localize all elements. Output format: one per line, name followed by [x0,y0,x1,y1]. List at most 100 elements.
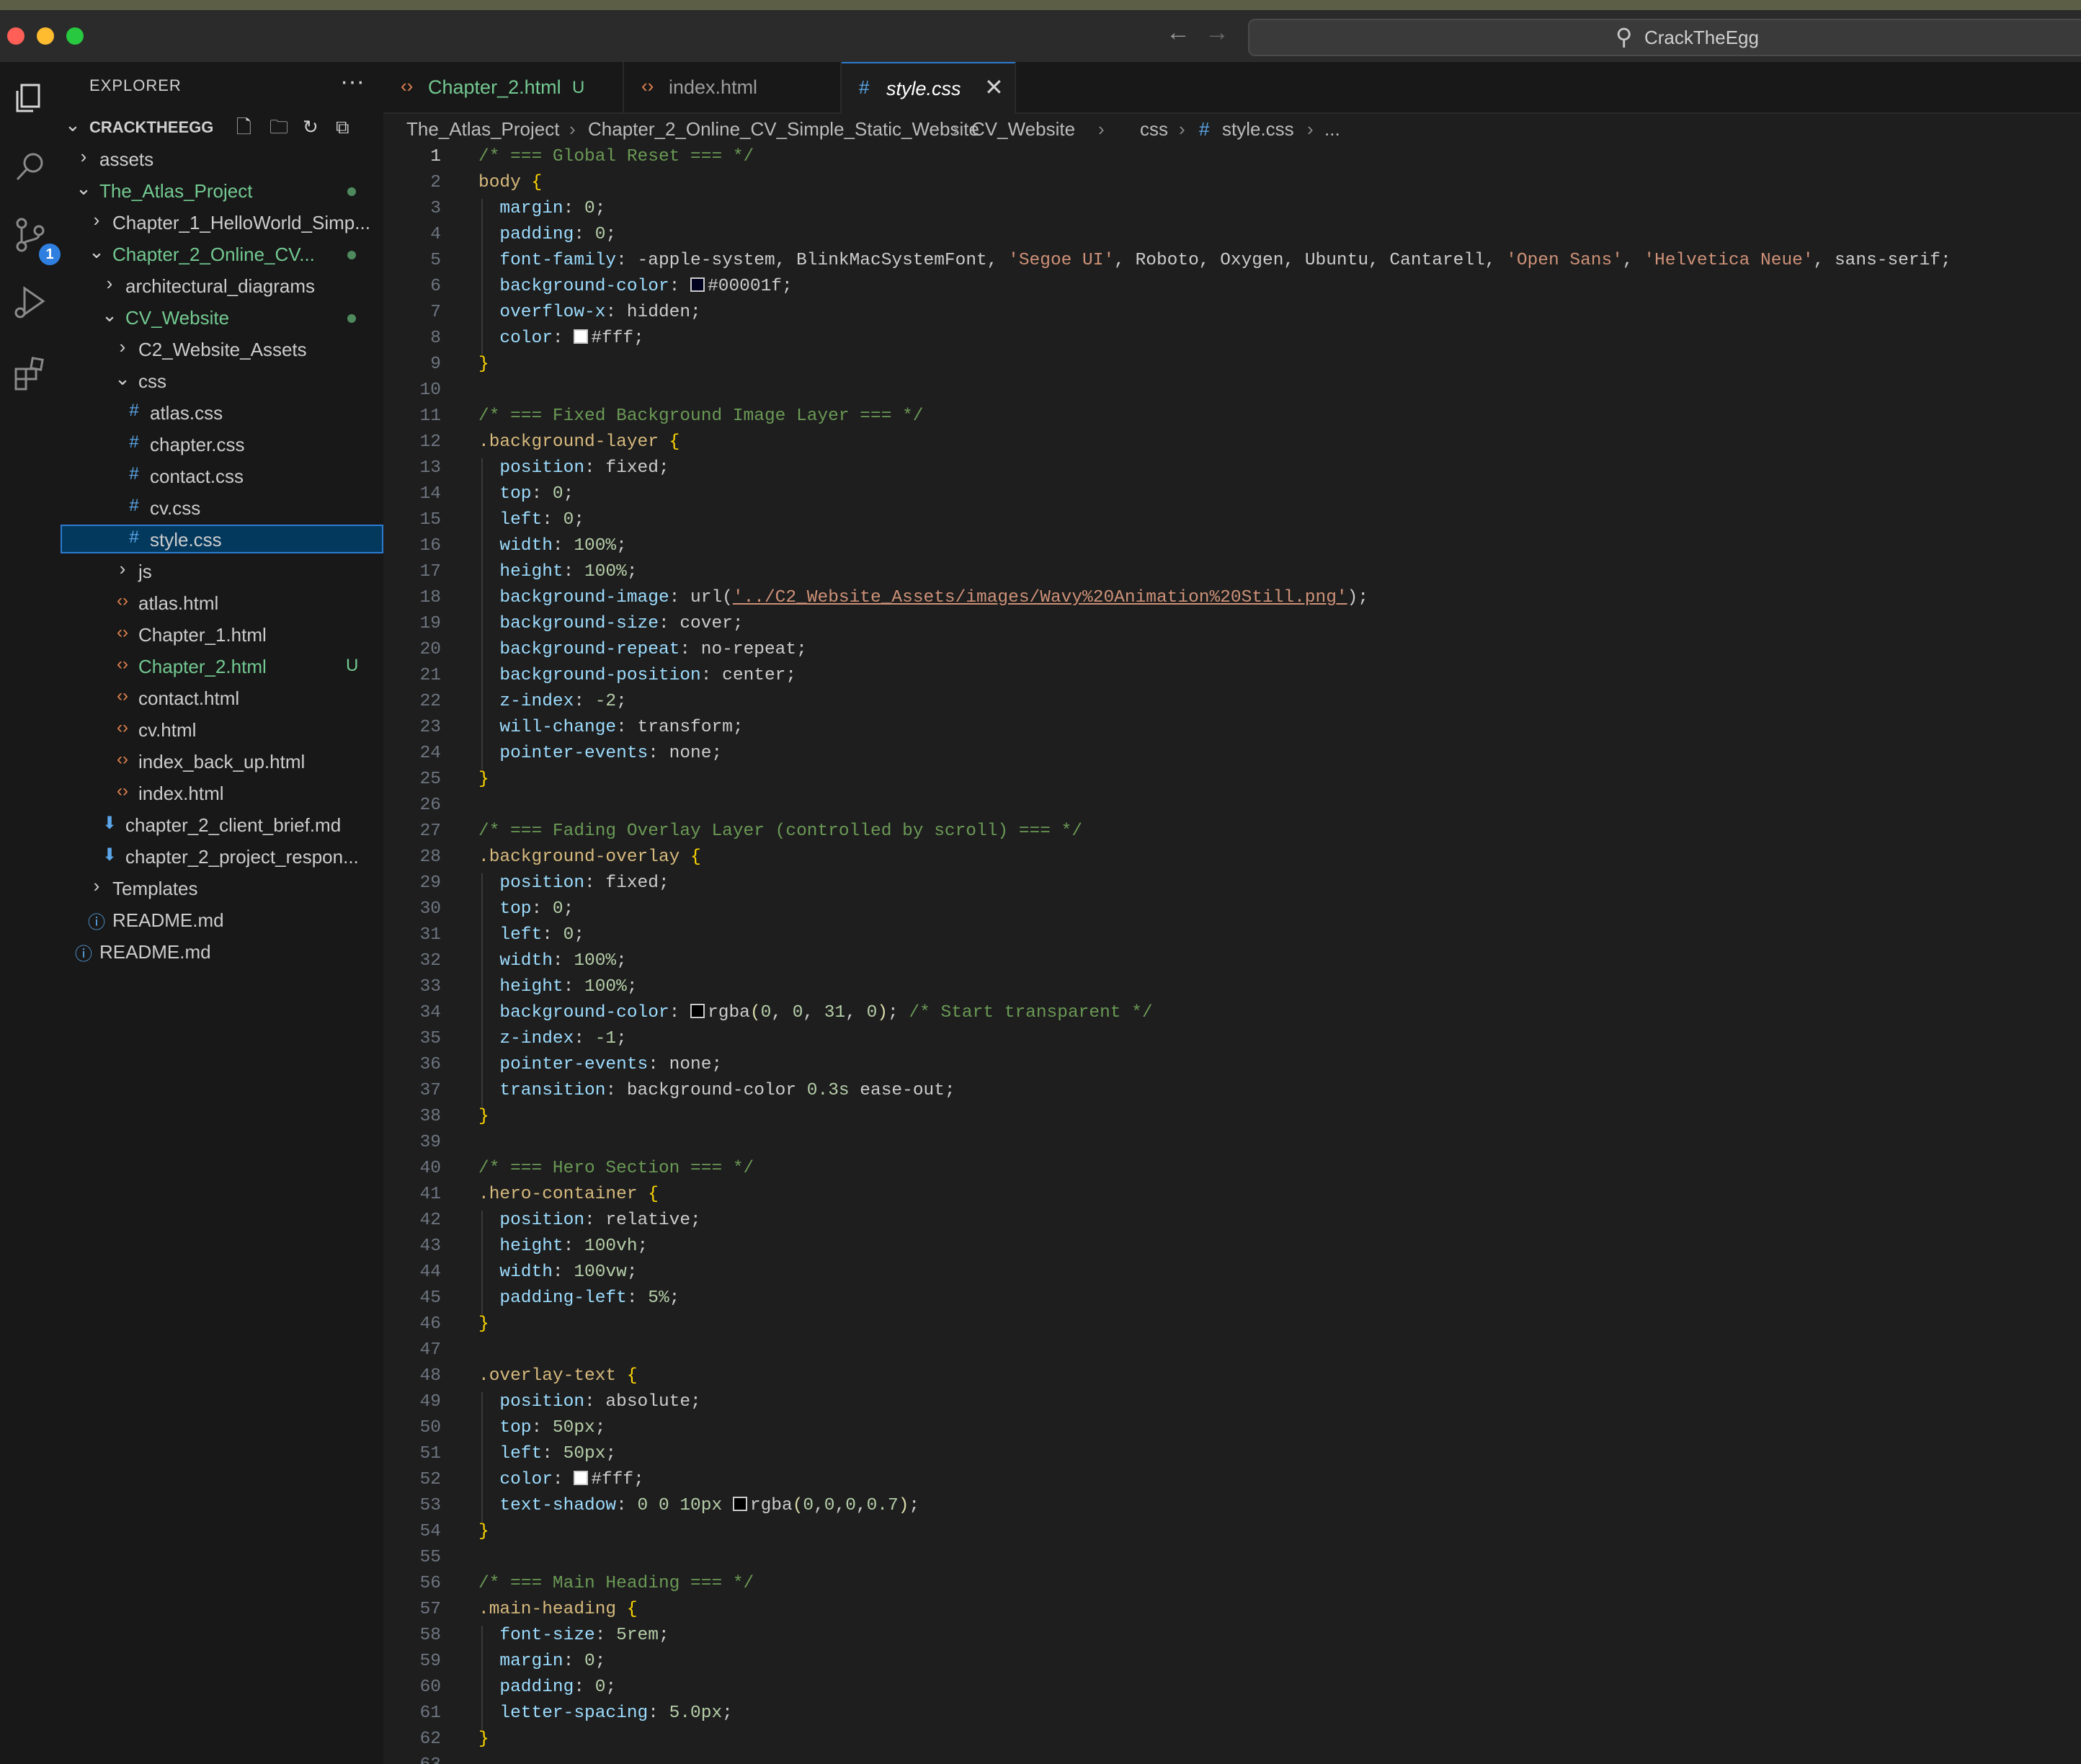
breadcrumb-item[interactable]: The_Atlas_Project [406,118,559,141]
tab-style-css[interactable]: # style.css ✕ [842,62,1016,115]
code-line[interactable]: 1 /* === Global Reset === */ [383,147,2081,173]
code-line[interactable]: 20 background-repeat: no-repeat; [383,640,2081,666]
source-control-icon[interactable]: 1 [10,215,61,265]
tree-folder[interactable]: ⌄ The_Atlas_Project [61,176,383,205]
code-line[interactable]: 22 z-index: -2; [383,692,2081,718]
code-line[interactable]: 51 left: 50px; [383,1444,2081,1470]
tree-folder[interactable]: › Templates [61,873,383,902]
new-file-icon[interactable]: 🗋 [236,114,255,138]
code-editor[interactable]: 1/* === Global Reset === */2 body {3 marg… [383,144,2081,1764]
tab-index-html[interactable]: ‹› index.html [624,62,842,112]
code-line[interactable]: 43 height: 100vh; [383,1237,2081,1262]
tree-file[interactable]: # atlas.css [61,398,383,427]
code-line[interactable]: 40 /* === Hero Section === */ [383,1159,2081,1185]
code-line[interactable]: 24 pointer-events: none; [383,744,2081,770]
code-line[interactable]: 62} [383,1729,2081,1755]
explorer-icon[interactable] [10,78,50,118]
tree-file[interactable]: # chapter.css [61,429,383,458]
tree-folder[interactable]: › C2_Website_Assets [61,334,383,363]
breadcrumb-item[interactable]: css [1140,118,1168,141]
code-line[interactable]: 54} [383,1522,2081,1548]
maximize-window-button[interactable] [66,27,84,45]
breadcrumb-item[interactable]: Chapter_2_Online_CV_Simple_Static_Websit… [588,118,979,141]
code-line[interactable]: 30 top: 0; [383,899,2081,925]
breadcrumb-item[interactable]: style.css [1222,118,1294,141]
refresh-icon[interactable]: ↻ [303,116,321,138]
tree-folder[interactable]: › Chapter_1_HelloWorld_Simp... [61,208,383,236]
minimize-window-button[interactable] [37,27,54,45]
tree-file[interactable]: ‹› cv.html [61,715,383,744]
workspace-root[interactable]: ⌄ CRACKTHEEGG 🗋 🗀 ↻ ⧉ [61,112,383,141]
code-line[interactable]: 38} [383,1107,2081,1133]
tree-folder[interactable]: › assets [61,144,383,173]
code-line[interactable]: 27 /* === Fading Overlay Layer (controlle… [383,821,2081,847]
code-line[interactable]: 11 /* === Fixed Background Image Layer ==… [383,406,2081,432]
tree-folder[interactable]: › js [61,556,383,585]
code-line[interactable]: 58 font-size: 5rem; [383,1626,2081,1652]
tree-folder[interactable]: ⌄ Chapter_2_Online_CV... [61,239,383,268]
code-line[interactable]: 32 width: 100%; [383,951,2081,977]
breadcrumb-item[interactable]: CV_Website [971,118,1075,141]
arrow-left-icon[interactable]: ← [1166,19,1190,47]
tree-folder[interactable]: ⌄ css [61,366,383,395]
tree-file[interactable]: ‹› contact.html [61,683,383,712]
code-line[interactable]: 59 margin: 0; [383,1652,2081,1678]
command-center-search[interactable]: ⚲ CrackTheEgg [1248,19,2081,56]
code-line[interactable]: 31 left: 0; [383,925,2081,951]
code-line[interactable]: 5 font-family: -apple-system, BlinkMacSy… [383,251,2081,277]
code-line[interactable]: 21 background-position: center; [383,666,2081,692]
code-line[interactable]: 29 position: fixed; [383,873,2081,899]
code-line[interactable]: 19 background-size: cover; [383,614,2081,640]
code-line[interactable]: 44 width: 100vw; [383,1262,2081,1288]
code-line[interactable]: 16 width: 100%; [383,536,2081,562]
code-line[interactable]: 50 top: 50px; [383,1418,2081,1444]
code-line[interactable]: 23 will-change: transform; [383,718,2081,744]
code-line[interactable]: 28 .background-overlay { [383,847,2081,873]
tree-file[interactable]: # contact.css [61,461,383,490]
color-swatch[interactable] [732,1497,747,1511]
code-line[interactable]: 46} [383,1314,2081,1340]
code-line[interactable]: 63 [383,1755,2081,1764]
tab-chapter-2-html[interactable]: ‹› Chapter_2.html U [383,62,624,112]
tree-file[interactable]: ⬇ chapter_2_project_respon... [61,842,383,870]
code-line[interactable]: 25} [383,770,2081,796]
tree-file[interactable]: # style.css [61,525,383,553]
code-line[interactable]: 39 [383,1133,2081,1159]
code-line[interactable]: 34 background-color: rgba(0, 0, 31, 0); … [383,1003,2081,1029]
run-debug-icon[interactable] [10,282,50,323]
code-line[interactable]: 6 background-color: #00001f; [383,277,2081,303]
collapse-all-icon[interactable]: ⧉ [336,116,355,138]
search-icon[interactable] [10,147,50,187]
color-swatch[interactable] [574,1471,589,1485]
code-line[interactable]: 61 letter-spacing: 5.0px; [383,1703,2081,1729]
code-line[interactable]: 4 padding: 0; [383,225,2081,251]
arrow-right-icon[interactable]: → [1205,19,1229,47]
code-line[interactable]: 52 color: #fff; [383,1470,2081,1496]
code-line[interactable]: 35 z-index: -1; [383,1029,2081,1055]
tree-file[interactable]: ⬇ chapter_2_client_brief.md [61,810,383,839]
tree-folder[interactable]: › architectural_diagrams [61,271,383,300]
code-line[interactable]: 55 [383,1548,2081,1574]
tree-file[interactable]: # cv.css [61,493,383,522]
breadcrumb-item[interactable]: ... [1324,118,1340,141]
code-line[interactable]: 10 [383,380,2081,406]
color-swatch[interactable] [574,329,589,344]
tree-file[interactable]: ‹› atlas.html [61,588,383,617]
code-line[interactable]: 8 color: #fff; [383,329,2081,355]
close-icon[interactable]: ✕ [984,74,1004,101]
code-line[interactable]: 37 transition: background-color 0.3s eas… [383,1081,2081,1107]
code-line[interactable]: 45 padding-left: 5%; [383,1288,2081,1314]
tree-file[interactable]: ‹› index.html [61,778,383,807]
tree-file[interactable]: ‹› Chapter_2.html U [61,651,383,680]
more-actions-icon[interactable]: ··· [340,68,365,96]
code-line[interactable]: 42 position: relative; [383,1211,2081,1237]
color-swatch[interactable] [690,277,705,292]
code-line[interactable]: 18 background-image: url('../C2_Website_… [383,588,2081,614]
new-folder-icon[interactable]: 🗀 [269,114,288,138]
code-line[interactable]: 60 padding: 0; [383,1678,2081,1703]
tree-file[interactable]: ‹› Chapter_1.html [61,620,383,649]
code-line[interactable]: 41 .hero-container { [383,1185,2081,1211]
tree-folder[interactable]: ⌄ CV_Website [61,303,383,331]
extensions-icon[interactable] [10,353,50,393]
code-line[interactable]: 26 [383,796,2081,821]
